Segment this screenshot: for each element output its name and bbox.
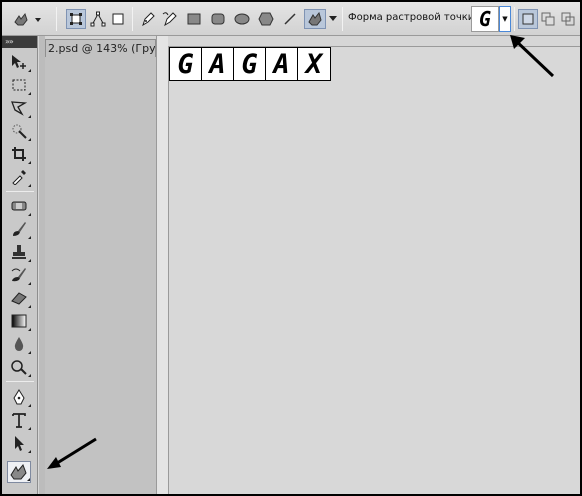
type-icon <box>12 413 26 428</box>
toolbox-separator <box>6 381 34 382</box>
glyph-cell: A <box>202 48 234 80</box>
path-selection-tool[interactable] <box>7 432 31 454</box>
move-tool[interactable] <box>7 51 31 73</box>
crop-icon <box>12 147 26 161</box>
dodge-icon <box>11 360 27 375</box>
polygon-tool-option[interactable] <box>256 9 276 29</box>
fill-pixels-icon <box>112 13 124 25</box>
custom-shape-icon <box>14 12 41 26</box>
document-canvas[interactable] <box>168 46 580 494</box>
marquee-icon <box>12 79 26 91</box>
annotation-arrow-icon <box>510 35 555 78</box>
subtract-shape-button[interactable] <box>558 9 578 29</box>
new-layer-icon <box>522 13 534 25</box>
options-separator <box>56 7 57 31</box>
rectangle-tool-option[interactable] <box>184 9 204 29</box>
blur-tool[interactable] <box>7 333 31 355</box>
drop-icon <box>14 337 24 351</box>
options-separator <box>132 7 133 31</box>
shape-label: Форма растровой точки: <box>348 12 478 23</box>
glyph-cell: A <box>266 48 298 80</box>
dodge-tool[interactable] <box>7 356 31 378</box>
lasso-icon <box>11 101 28 116</box>
quick-selection-tool[interactable] <box>7 120 31 142</box>
document-tab[interactable]: 2.psd @ 143% (Гру <box>45 39 156 57</box>
stamp-icon <box>12 245 26 259</box>
toolbox-separator <box>6 191 34 192</box>
glyph-strip: G A G A X <box>169 47 331 81</box>
glyph-cell: X <box>305 48 323 80</box>
shape-preview[interactable]: G <box>471 6 499 32</box>
add-to-shape-button[interactable] <box>538 9 558 29</box>
magic-wand-icon <box>12 124 27 139</box>
ellipse-tool-option[interactable] <box>232 9 252 29</box>
eyedropper-icon <box>12 170 26 185</box>
shape-picker-dropdown[interactable]: ▼ <box>499 6 511 32</box>
custom-shape-tool[interactable] <box>7 461 31 483</box>
glyph-cell: G <box>170 48 202 80</box>
shape-layers-button[interactable] <box>66 9 86 29</box>
paths-button[interactable] <box>88 9 108 29</box>
gradient-tool[interactable] <box>7 310 31 332</box>
add-to-shape-icon <box>541 12 555 26</box>
tool-preset-picker[interactable] <box>10 9 44 29</box>
freeform-pen-option[interactable] <box>160 9 180 29</box>
fill-pixels-button[interactable] <box>108 9 128 29</box>
options-separator <box>342 7 343 31</box>
rectangle-icon <box>187 13 201 25</box>
brush-icon <box>13 222 26 236</box>
move-icon <box>12 55 26 69</box>
arrow-cursor-icon <box>15 436 24 451</box>
line-tool-option[interactable] <box>280 9 300 29</box>
healing-brush-tool[interactable] <box>7 195 31 217</box>
custom-shape-icon <box>308 11 322 26</box>
history-brush-icon <box>11 268 26 282</box>
eyedropper-tool[interactable] <box>7 166 31 188</box>
glyph-cell: G <box>234 48 266 80</box>
clone-stamp-tool[interactable] <box>7 241 31 263</box>
history-brush-tool[interactable] <box>7 264 31 286</box>
pen-icon <box>142 12 155 27</box>
pen-tool[interactable] <box>7 386 31 408</box>
eraser-tool[interactable] <box>7 287 31 309</box>
canvas-ruler-edge <box>156 36 168 494</box>
rounded-rectangle-icon <box>211 13 225 25</box>
brush-tool[interactable] <box>7 218 31 240</box>
rounded-rectangle-option[interactable] <box>208 9 228 29</box>
chevron-down-icon <box>329 16 337 21</box>
gradient-icon <box>11 314 27 328</box>
new-shape-layer-button[interactable] <box>518 9 538 29</box>
freeform-pen-icon <box>162 12 177 27</box>
polygon-icon <box>258 12 274 26</box>
shape-layers-icon <box>70 13 82 25</box>
eraser-icon <box>11 292 27 305</box>
bandage-icon <box>11 201 27 211</box>
crop-tool[interactable] <box>7 143 31 165</box>
toolbox: »» <box>2 36 38 494</box>
lasso-tool[interactable] <box>7 97 31 119</box>
options-separator <box>514 7 515 31</box>
type-tool[interactable] <box>7 409 31 431</box>
subtract-shape-icon <box>561 12 575 26</box>
custom-shape-icon <box>10 464 27 480</box>
options-bar: Форма растровой точки: G ▼ <box>2 2 580 36</box>
toolbox-collapse[interactable]: »» <box>2 36 37 48</box>
custom-shape-option[interactable] <box>304 9 326 29</box>
ellipse-icon <box>234 13 250 25</box>
app-window: Форма растровой точки: G ▼ »» 2.psd @ 14… <box>2 2 580 494</box>
annotation-arrow-icon <box>47 437 97 469</box>
line-icon <box>284 13 296 25</box>
geometry-options-dropdown[interactable] <box>327 9 339 29</box>
pasteboard <box>45 57 156 494</box>
marquee-tool[interactable] <box>7 74 31 96</box>
paths-icon <box>90 11 106 27</box>
pen-icon <box>13 389 25 405</box>
pen-tool-option[interactable] <box>138 9 158 29</box>
